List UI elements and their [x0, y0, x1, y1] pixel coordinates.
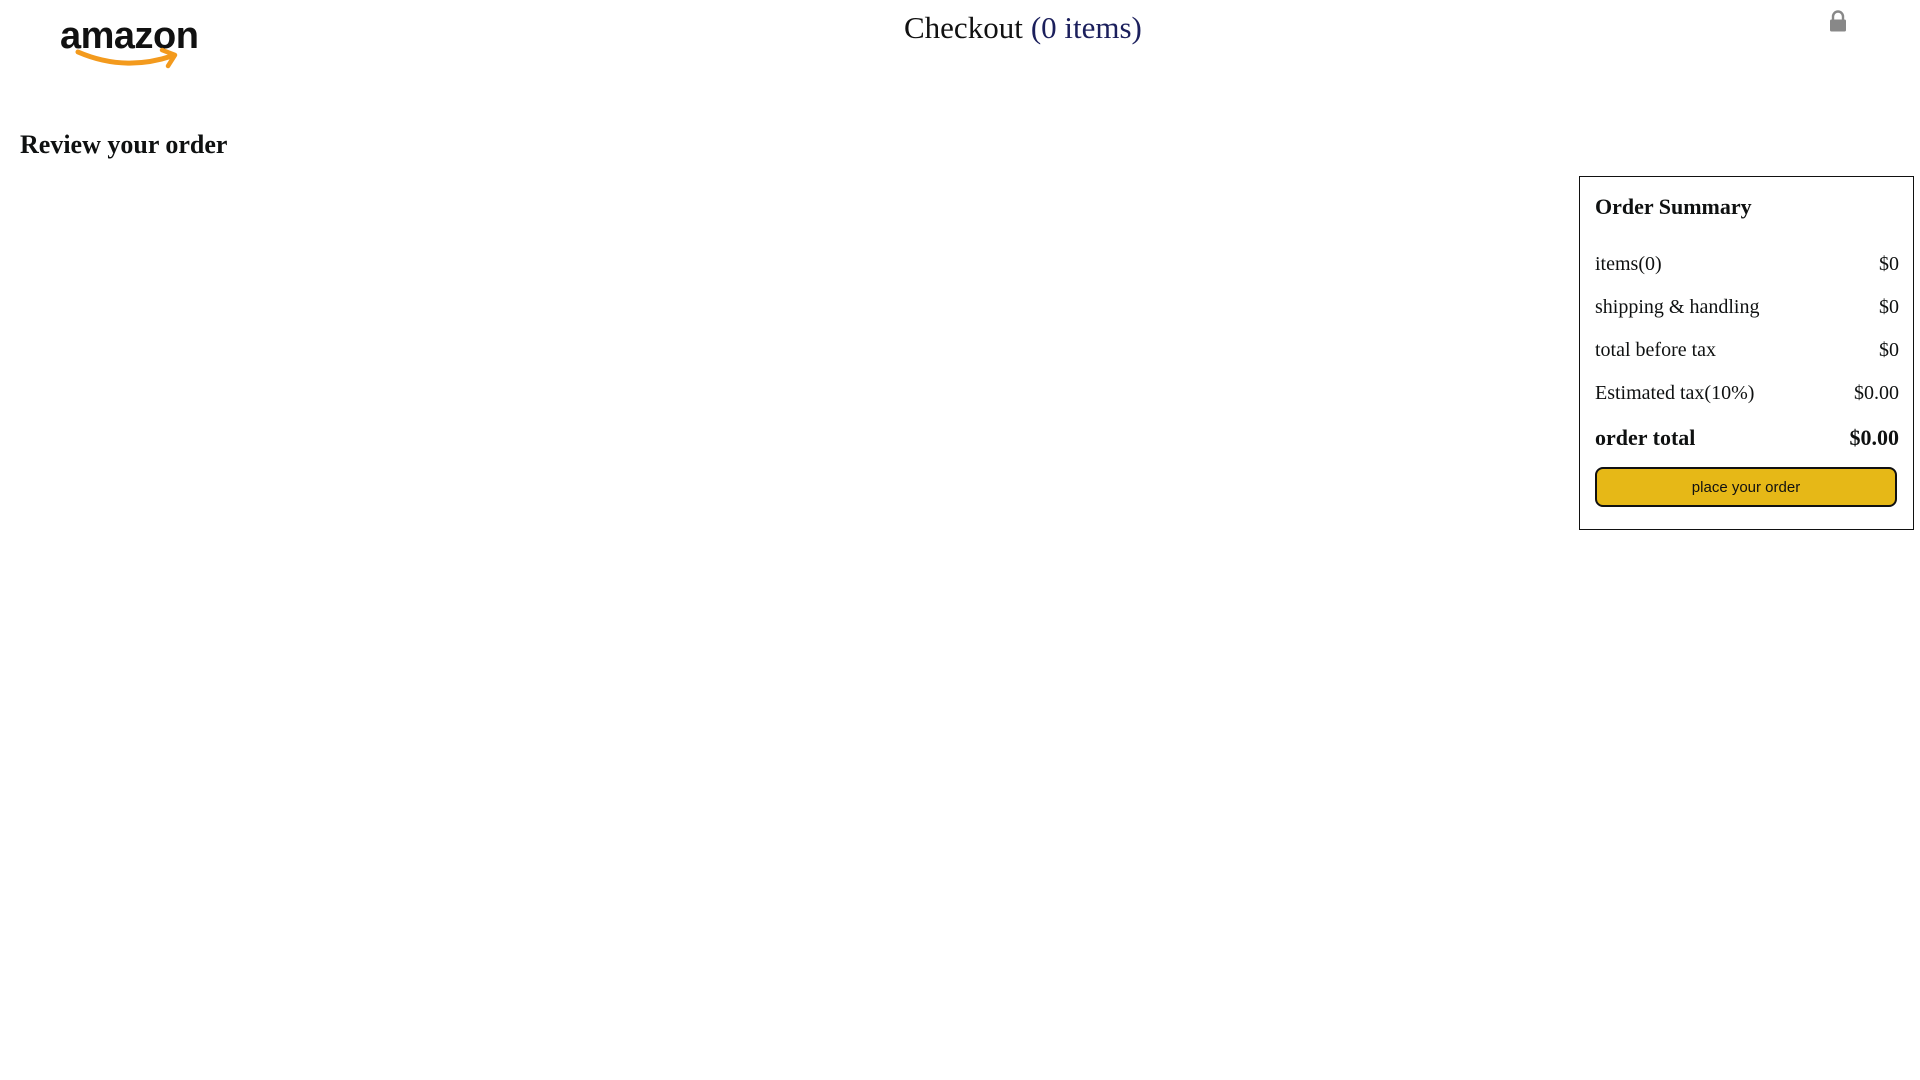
logo-smile-icon [75, 47, 178, 69]
order-total-label: order total [1595, 425, 1696, 450]
summary-row-value: $0.00 [1854, 382, 1899, 404]
order-total-value: $0.00 [1849, 425, 1900, 450]
summary-row-value: $0 [1879, 296, 1899, 318]
summary-row-label: items(0) [1595, 253, 1662, 275]
summary-row-shipping: shipping & handling $0 [1595, 293, 1899, 321]
checkout-header: amazon Checkout (0 items) [0, 0, 1920, 80]
summary-row-label: total before tax [1595, 339, 1717, 361]
summary-row-label: shipping & handling [1595, 296, 1760, 318]
summary-row-label: Estimated tax(10%) [1595, 382, 1755, 404]
summary-row-value: $0 [1879, 339, 1899, 361]
amazon-logo[interactable]: amazon [58, 14, 208, 69]
review-order-heading: Review your order [20, 130, 228, 159]
item-count-link[interactable]: (0 items) [1031, 10, 1142, 45]
lock-icon [1830, 10, 1846, 32]
order-summary-panel: Order Summary items(0) $0 shipping & han… [1579, 176, 1914, 530]
summary-row-estimated-tax: Estimated tax(10%) $0.00 [1595, 379, 1899, 407]
summary-row-value: $0 [1879, 253, 1899, 275]
summary-row-items: items(0) $0 [1595, 250, 1899, 278]
summary-row-order-total: order total $0.00 [1595, 423, 1899, 453]
summary-row-total-before-tax: total before tax $0 [1595, 336, 1899, 364]
place-order-button[interactable]: place your order [1595, 467, 1897, 507]
checkout-title: Checkout (0 items) [904, 8, 1142, 48]
order-summary-title: Order Summary [1595, 194, 1752, 219]
checkout-label: Checkout [904, 10, 1023, 45]
checkout-page: amazon Checkout (0 items) Review your ord… [0, 0, 1920, 1080]
